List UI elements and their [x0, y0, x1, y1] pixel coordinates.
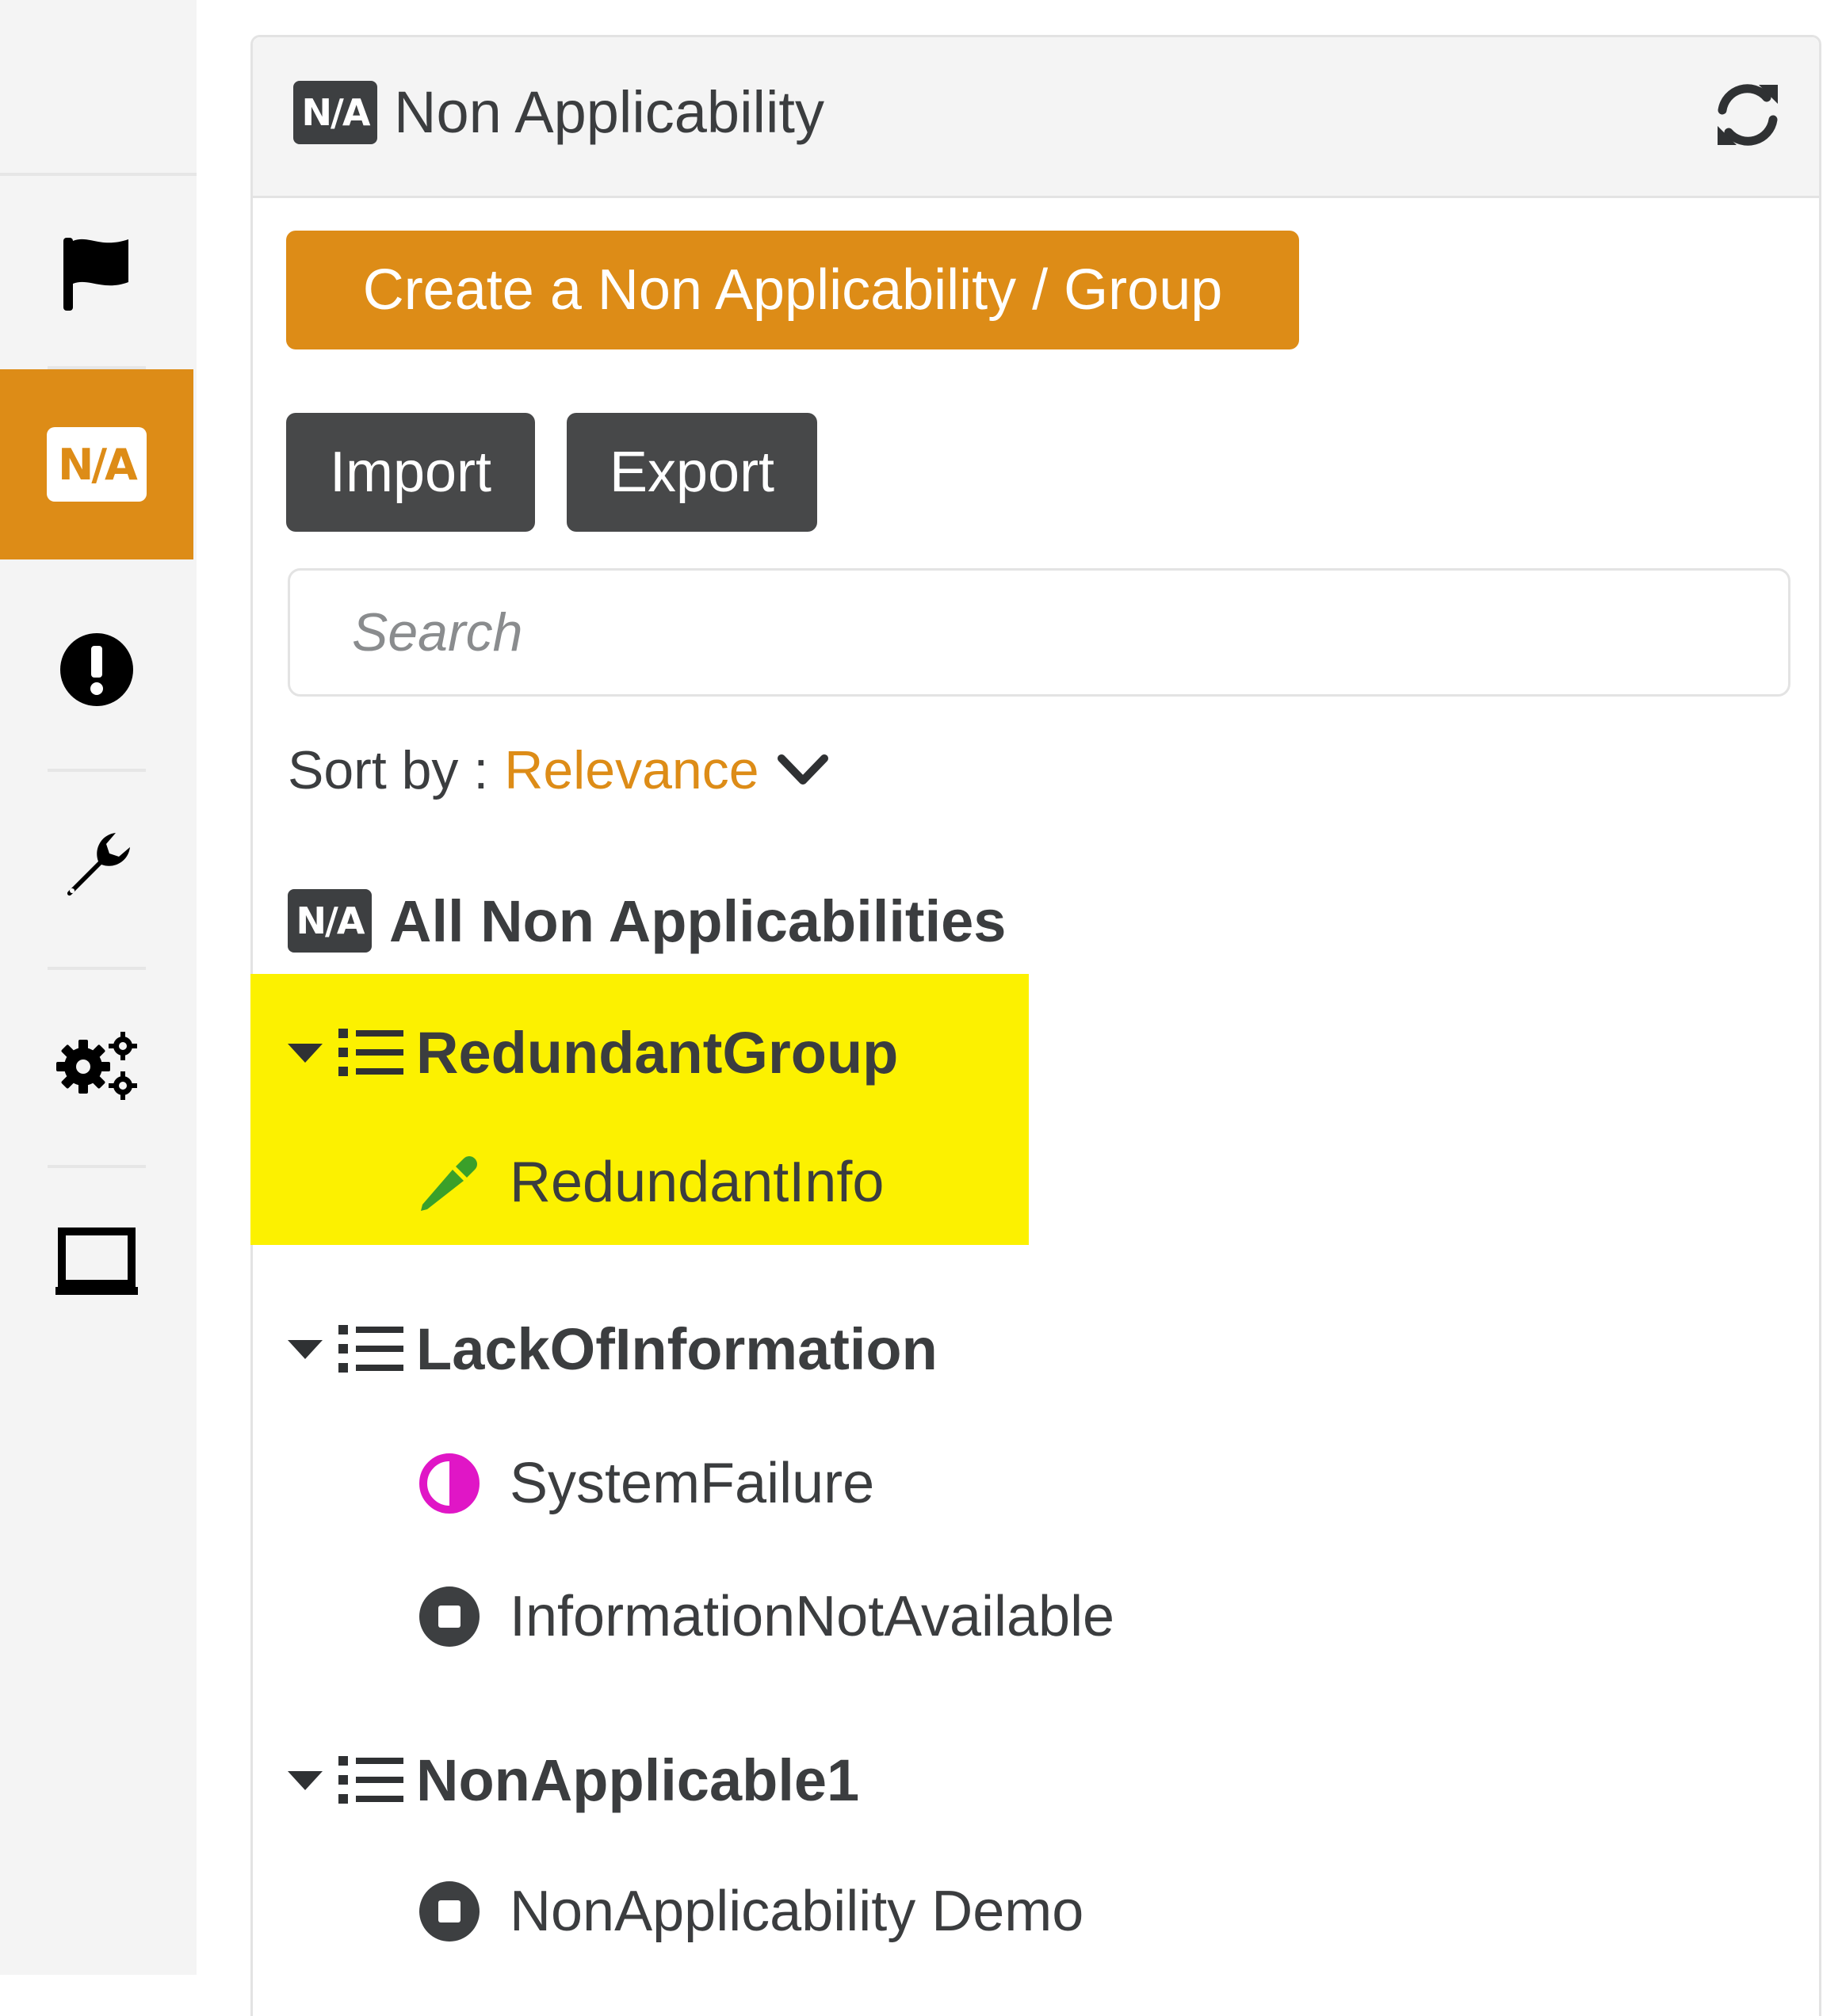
group-label: RedundantGroup	[416, 1019, 899, 1086]
item-label: SystemFailure	[510, 1452, 875, 1515]
panel-header: N/A Non Applicability	[253, 37, 1819, 198]
refresh-button[interactable]	[1711, 78, 1784, 151]
import-button[interactable]: Import	[286, 413, 535, 532]
all-non-applicabilities-item[interactable]: N/A All Non Applicabilities	[288, 877, 1006, 964]
sidebar-item-settings[interactable]	[0, 973, 193, 1155]
sidebar-divider	[0, 173, 197, 176]
sort-control[interactable]: Sort by : Relevance	[288, 735, 831, 806]
list-item[interactable]: InformationNotAvailable	[418, 1573, 1114, 1660]
pencil-icon	[418, 1151, 481, 1214]
panel-title: Non Applicability	[394, 79, 824, 145]
search-input[interactable]	[288, 568, 1790, 697]
chevron-down-icon[interactable]	[775, 750, 831, 790]
refresh-icon	[1718, 84, 1778, 146]
na-icon-label: N/A	[58, 439, 138, 490]
create-non-applicability-button[interactable]: Create a Non Applicability / Group	[286, 231, 1299, 349]
sidebar-item-tools[interactable]	[0, 775, 193, 957]
sidebar-divider	[48, 1165, 146, 1168]
sidebar-item-display[interactable]	[0, 1171, 193, 1354]
export-button[interactable]: Export	[567, 413, 817, 532]
sidebar-item-flag[interactable]	[0, 179, 193, 366]
item-label: NonApplicability Demo	[510, 1880, 1084, 1943]
na-icon: N/A	[47, 427, 147, 502]
list-icon	[338, 1029, 403, 1076]
caret-down-icon[interactable]	[288, 1009, 323, 1096]
wrench-icon	[67, 833, 130, 896]
list-item[interactable]: NonApplicability Demo	[418, 1868, 1083, 1955]
caret-down-icon[interactable]	[288, 1736, 323, 1823]
sidebar-divider	[48, 769, 146, 772]
sidebar-divider	[48, 967, 146, 970]
list-item[interactable]: SystemFailure	[418, 1440, 874, 1527]
stop-circle-icon	[418, 1880, 481, 1943]
sort-value[interactable]: Relevance	[504, 739, 759, 801]
caret-down-icon[interactable]	[288, 1305, 323, 1392]
laptop-icon	[55, 1228, 138, 1295]
list-item[interactable]: RedundantInfo	[418, 1139, 884, 1226]
group-row[interactable]: RedundantGroup	[288, 1009, 898, 1096]
exclamation-circle-icon	[60, 633, 133, 706]
na-badge-icon: N/A	[288, 889, 372, 953]
gears-icon	[56, 1032, 137, 1100]
sort-label: Sort by :	[288, 740, 489, 800]
item-label: InformationNotAvailable	[510, 1585, 1115, 1648]
group-row[interactable]: NonApplicable1	[288, 1736, 859, 1823]
all-non-applicabilities-label: All Non Applicabilities	[389, 888, 1007, 954]
list-icon	[338, 1756, 403, 1804]
stop-circle-icon	[418, 1585, 481, 1648]
non-applicability-panel: N/A Non Applicability Create a Non Appli…	[250, 35, 1821, 2016]
group-label: NonApplicable1	[416, 1747, 860, 1813]
sidebar-item-non-applicability[interactable]: N/A	[0, 369, 193, 559]
flag-icon	[63, 238, 128, 311]
group-row[interactable]: LackOfInformation	[288, 1305, 938, 1392]
group-label: LackOfInformation	[416, 1315, 938, 1382]
half-circle-icon	[418, 1452, 481, 1515]
list-icon	[338, 1325, 403, 1373]
sidebar-item-alerts[interactable]	[0, 578, 193, 761]
item-label: RedundantInfo	[510, 1151, 885, 1214]
sidebar: N/A	[0, 0, 197, 1975]
na-badge-icon: N/A	[293, 81, 377, 144]
